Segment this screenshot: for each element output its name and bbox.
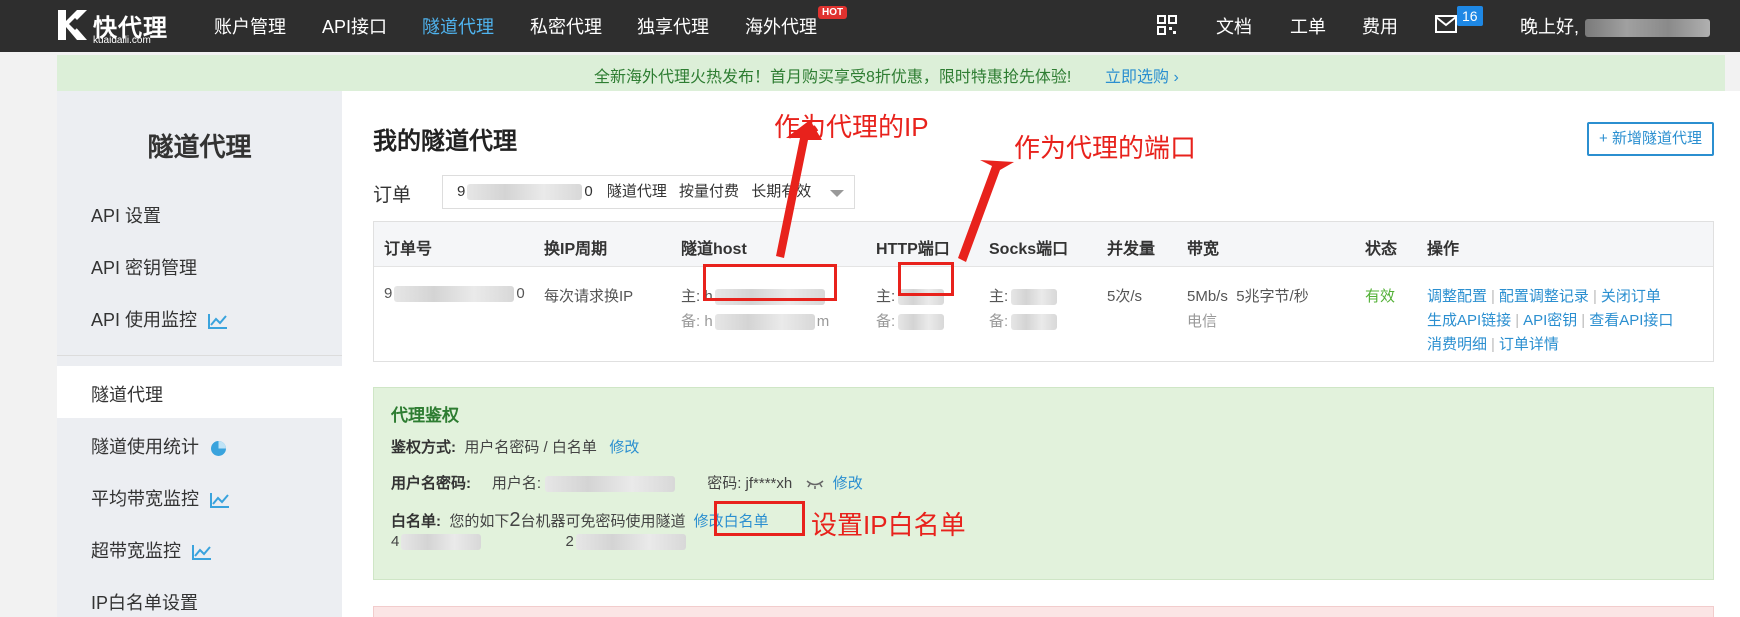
qrcode-icon[interactable]	[1157, 15, 1177, 35]
nav-dedicated-proxy[interactable]: 独享代理	[637, 13, 709, 39]
site-logo[interactable]: 快代理 kuaidaili.com	[55, 6, 185, 46]
line-chart-icon	[208, 314, 228, 330]
chevron-down-icon	[830, 190, 844, 197]
nav-overseas-proxy[interactable]: 海外代理	[745, 13, 817, 39]
view-api-link[interactable]: 查看API接口	[1589, 312, 1673, 329]
annotation-set-whitelist: 设置IP白名单	[811, 510, 966, 540]
close-order-link[interactable]: 关闭订单	[1601, 288, 1661, 305]
annotation-proxy-ip: 作为代理的IP	[774, 112, 929, 142]
whitelist-ip-1: 4	[391, 533, 482, 551]
sidebar-item-over-bandwidth-monitor[interactable]: 超带宽监控	[91, 537, 212, 563]
bandwidth-value: 5Mb/s 5兆字节/秒	[1187, 288, 1309, 305]
auth-title: 代理鉴权	[391, 406, 459, 425]
modify-password-link[interactable]: 修改	[833, 475, 863, 492]
sidebar-title: 隧道代理	[147, 132, 252, 162]
sidebar-item-tunnel-usage-stats[interactable]: 隧道使用统计	[91, 433, 227, 459]
sidebar-item-ip-whitelist-settings[interactable]: IP白名单设置	[91, 589, 198, 615]
sidebar: 隧道代理 API 设置 API 密钥管理 API 使用监控 隧道代理 隧道使用统…	[57, 91, 342, 617]
col-status: 状态	[1365, 241, 1398, 258]
order-label: 订单	[373, 185, 412, 206]
order-select[interactable]: 90 隧道代理 按量付费 长期有效	[442, 175, 855, 209]
col-bandwidth: 带宽	[1187, 241, 1220, 258]
proxy-auth-panel: 代理鉴权 鉴权方式: 用户名密码 / 白名单 修改 用户名密码: 用户名: 密码…	[373, 387, 1714, 580]
nav-private-proxy[interactable]: 私密代理	[530, 13, 602, 39]
col-actions: 操作	[1427, 241, 1460, 258]
hot-badge: HOT	[818, 6, 848, 19]
pie-chart-icon	[211, 440, 227, 456]
adjust-config-link[interactable]: 调整配置	[1427, 288, 1487, 305]
whitelist-ips: 4 2	[391, 533, 686, 551]
nav-api[interactable]: API接口	[322, 13, 387, 39]
logo-domain: kuaidaili.com	[93, 35, 151, 46]
nav-tickets[interactable]: 工单	[1290, 13, 1326, 39]
order-details-link[interactable]: 订单详情	[1499, 336, 1559, 353]
sidebar-item-api-usage-monitor[interactable]: API 使用监控	[91, 306, 228, 332]
table-header: 订单号 换IP周期 隧道host HTTP端口 Socks端口 并发量 带宽 状…	[374, 222, 1713, 267]
socks-port-main: 主:	[989, 285, 1058, 306]
actions-line-2: 生成API链接 | API密钥 | 查看API接口	[1427, 312, 1674, 329]
add-tunnel-proxy-button[interactable]: + 新增隧道代理	[1587, 122, 1714, 156]
promo-notice: 全新海外代理火热发布！首月购买享受8折优惠，限时特惠抢先体验! 立即选购 › ✕	[57, 55, 1725, 91]
carrier-value: 电信	[1187, 313, 1218, 330]
sidebar-divider	[57, 355, 342, 356]
api-key-link[interactable]: API密钥	[1523, 312, 1577, 329]
nav-tunnel-proxy[interactable]: 隧道代理	[422, 13, 494, 39]
mail-icon[interactable]	[1435, 15, 1457, 33]
top-navbar: 快代理 kuaidaili.com 账户管理 API接口 隧道代理 私密代理 独…	[0, 0, 1740, 52]
http-port-backup: 备:	[876, 310, 945, 331]
next-panel-edge	[373, 606, 1714, 617]
eye-hidden-icon[interactable]	[806, 479, 824, 490]
col-concurrency: 并发量	[1107, 241, 1156, 258]
concurrency-value: 5次/s	[1107, 288, 1143, 305]
auth-method-row: 鉴权方式: 用户名密码 / 白名单 修改	[391, 439, 640, 456]
line-chart-icon	[192, 545, 212, 561]
col-tunnel-host: 隧道host	[681, 241, 747, 258]
auth-userpass-row: 用户名密码: 用户名: 密码: jf****xh 修改	[391, 475, 863, 493]
order-id: 90	[384, 285, 525, 303]
line-chart-icon	[210, 493, 230, 509]
annotation-box-port	[898, 262, 954, 296]
generate-api-link[interactable]: 生成API链接	[1427, 312, 1511, 329]
col-http-port: HTTP端口	[876, 241, 950, 258]
user-greeting[interactable]: 晚上好,	[1520, 13, 1711, 39]
whitelist-ip-2: 2	[566, 533, 686, 551]
main-content: 我的隧道代理 + 新增隧道代理 订单 90 隧道代理 按量付费 长期有效 订单号…	[342, 91, 1740, 617]
actions-line-3: 消费明细 | 订单详情	[1427, 336, 1559, 353]
nav-docs[interactable]: 文档	[1216, 13, 1252, 39]
logo-k-icon	[58, 10, 87, 40]
billing-details-link[interactable]: 消费明细	[1427, 336, 1487, 353]
sidebar-item-tunnel-proxy[interactable]: 隧道代理	[91, 381, 163, 407]
config-history-link[interactable]: 配置调整记录	[1499, 288, 1589, 305]
notice-buy-link[interactable]: 立即选购 ›	[1105, 63, 1179, 87]
col-order-id: 订单号	[384, 241, 433, 258]
annotation-box-host	[703, 264, 837, 301]
host-backup: 备: hm	[681, 313, 830, 331]
col-ip-cycle: 换IP周期	[544, 241, 608, 258]
socks-port-backup: 备:	[989, 310, 1058, 331]
sidebar-item-api-settings[interactable]: API 设置	[91, 202, 161, 228]
sidebar-item-average-bandwidth-monitor[interactable]: 平均带宽监控	[91, 485, 230, 511]
col-socks-port: Socks端口	[989, 241, 1069, 258]
tunnel-orders-table: 订单号 换IP周期 隧道host HTTP端口 Socks端口 并发量 带宽 状…	[373, 221, 1714, 362]
ip-cycle: 每次请求换IP	[544, 288, 634, 305]
mail-count-badge: 16	[1457, 6, 1483, 26]
status-badge: 有效	[1365, 288, 1396, 305]
nav-fees[interactable]: 费用	[1362, 13, 1398, 39]
annotation-proxy-port: 作为代理的端口	[1014, 133, 1197, 163]
sidebar-item-api-key-management[interactable]: API 密钥管理	[91, 254, 197, 280]
annotation-box-whitelist	[714, 501, 805, 536]
nav-account-management[interactable]: 账户管理	[214, 13, 286, 39]
notice-text: 全新海外代理火热发布！首月购买享受8折优惠，限时特惠抢先体验!	[594, 69, 1072, 86]
actions-line-1: 调整配置 | 配置调整记录 | 关闭订单	[1427, 288, 1661, 305]
page-title: 我的隧道代理	[373, 128, 517, 155]
modify-auth-method-link[interactable]: 修改	[609, 439, 639, 456]
auth-whitelist-row: 白名单: 您的如下2台机器可免密码使用隧道 修改白名单	[391, 509, 769, 531]
